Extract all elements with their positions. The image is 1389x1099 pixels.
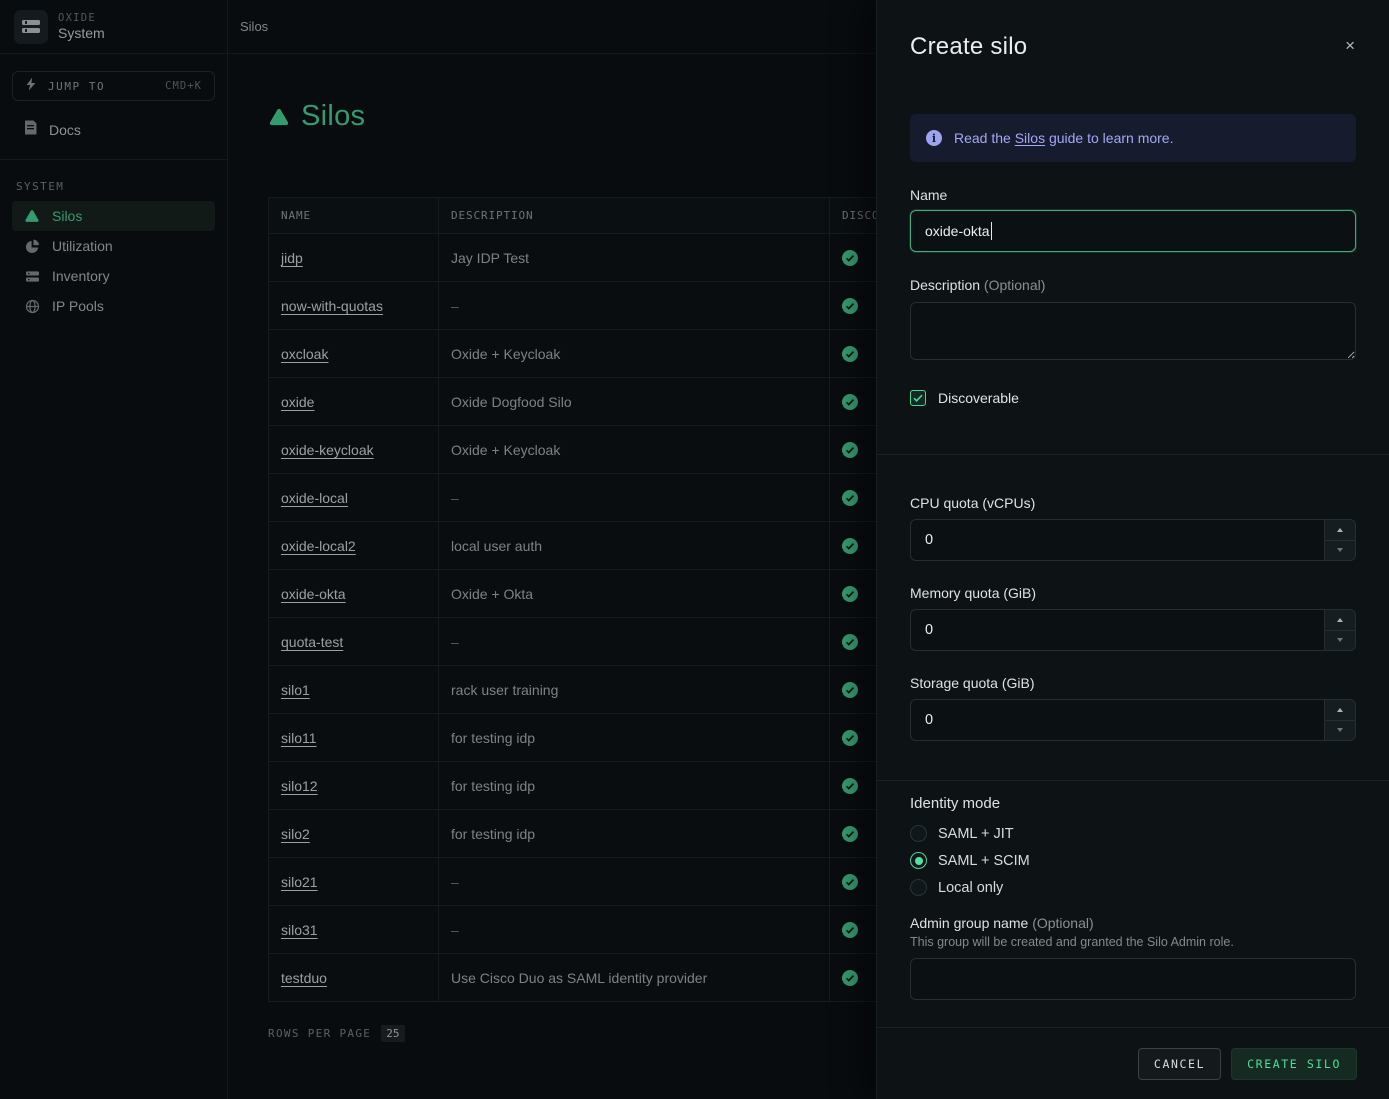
radio-option-local-only[interactable]: Local only <box>910 874 1356 901</box>
arrow-down-icon <box>1337 548 1343 552</box>
discoverable-label: Discoverable <box>938 390 1019 406</box>
storage-quota-spinner <box>1324 700 1355 740</box>
drawer-header: Create silo × <box>877 0 1389 61</box>
decrement-button[interactable] <box>1325 721 1355 741</box>
silos-guide-link[interactable]: Silos <box>1015 130 1045 146</box>
name-input[interactable]: oxide-okta <box>910 210 1356 252</box>
checkbox-checked-icon[interactable] <box>910 390 926 406</box>
identity-mode-group: SAML + JIT SAML + SCIM Local only <box>910 820 1356 901</box>
radio-option-saml-jit[interactable]: SAML + JIT <box>910 820 1356 847</box>
memory-quota-spinner <box>1324 610 1355 650</box>
storage-quota-label: Storage quota (GiB) <box>910 675 1356 691</box>
name-label: Name <box>910 187 1356 203</box>
drawer-body: i Read the Silos guide to learn more. Na… <box>877 61 1389 1027</box>
cpu-quota-spinner <box>1324 520 1355 560</box>
radio-icon[interactable] <box>910 879 927 896</box>
admin-group-label: Admin group name (Optional) <box>910 915 1356 931</box>
arrow-up-icon <box>1337 618 1343 622</box>
radio-option-saml-scim[interactable]: SAML + SCIM <box>910 847 1356 874</box>
increment-button[interactable] <box>1325 520 1355 541</box>
radio-label: SAML + SCIM <box>938 853 1030 869</box>
close-icon[interactable]: × <box>1343 35 1357 56</box>
admin-group-help: This group will be created and granted t… <box>910 935 1356 949</box>
create-silo-drawer: Create silo × i Read the Silos guide to … <box>876 0 1389 1099</box>
decrement-button[interactable] <box>1325 541 1355 561</box>
decrement-button[interactable] <box>1325 631 1355 651</box>
increment-button[interactable] <box>1325 610 1355 631</box>
cancel-button[interactable]: CANCEL <box>1138 1048 1221 1080</box>
divider <box>877 780 1389 781</box>
banner-text: Read the Silos guide to learn more. <box>954 130 1173 146</box>
radio-selected-icon[interactable] <box>910 852 927 869</box>
arrow-up-icon <box>1337 528 1343 532</box>
cpu-quota-label: CPU quota (vCPUs) <box>910 495 1356 511</box>
storage-quota-input[interactable]: 0 <box>910 699 1356 741</box>
description-label: Description (Optional) <box>910 277 1356 293</box>
info-icon: i <box>926 130 942 146</box>
radio-label: Local only <box>938 880 1003 896</box>
increment-button[interactable] <box>1325 700 1355 721</box>
identity-mode-label: Identity mode <box>910 795 1356 812</box>
drawer-footer: CANCEL CREATE SILO <box>877 1027 1389 1099</box>
drawer-title: Create silo <box>910 33 1027 61</box>
text-cursor <box>991 222 993 240</box>
radio-icon[interactable] <box>910 825 927 842</box>
radio-label: SAML + JIT <box>938 826 1014 842</box>
admin-group-input[interactable] <box>910 958 1356 1000</box>
arrow-down-icon <box>1337 638 1343 642</box>
discoverable-checkbox-row[interactable]: Discoverable <box>910 390 1356 406</box>
arrow-down-icon <box>1337 728 1343 732</box>
description-input[interactable] <box>910 302 1356 360</box>
memory-quota-input[interactable]: 0 <box>910 609 1356 651</box>
memory-quota-label: Memory quota (GiB) <box>910 585 1356 601</box>
create-silo-button[interactable]: CREATE SILO <box>1231 1048 1357 1080</box>
info-banner: i Read the Silos guide to learn more. <box>910 114 1356 162</box>
divider <box>877 454 1389 455</box>
app-root: OXIDE System JUMP TO CMD+K Docs SYSTEM S… <box>0 0 1389 1099</box>
arrow-up-icon <box>1337 708 1343 712</box>
cpu-quota-input[interactable]: 0 <box>910 519 1356 561</box>
